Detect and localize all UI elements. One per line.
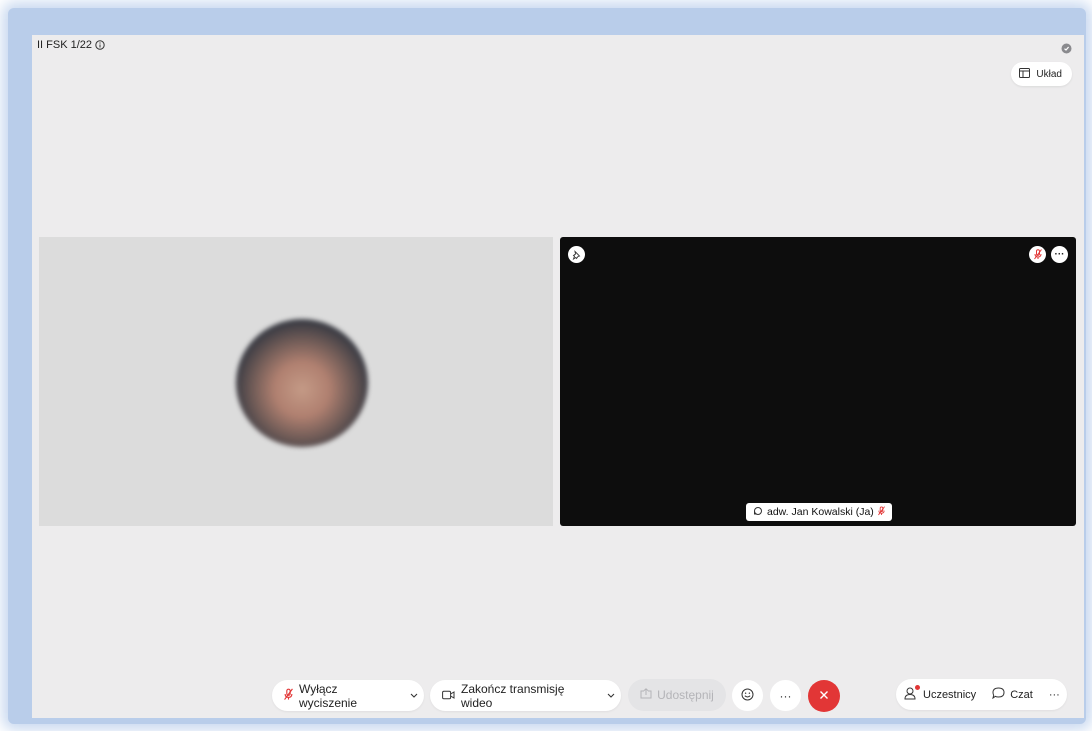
muted-mic-icon (877, 505, 885, 519)
chevron-down-icon[interactable] (601, 693, 621, 698)
participant-tile-self[interactable]: ··· adw. Jan Kowalski (Ja) (560, 237, 1076, 526)
stop-video-label: Zakończ transmisję wideo (461, 681, 565, 710)
participant-avatar (236, 319, 368, 447)
share-label: Udostępnij (657, 688, 714, 702)
camera-icon (442, 689, 455, 703)
participant-name: adw. Jan Kowalski (Ja) (767, 506, 874, 518)
info-icon[interactable] (95, 40, 105, 50)
layout-icon (1019, 67, 1031, 81)
reactions-button[interactable] (732, 680, 763, 711)
meeting-title: II FSK 1/22 (37, 39, 93, 51)
video-control: Zakończ transmisję wideo (430, 680, 621, 711)
layout-button[interactable]: Układ (1011, 62, 1072, 86)
chevron-down-icon[interactable] (404, 693, 424, 698)
side-more-button[interactable]: ··· (1041, 679, 1068, 710)
participant-tile-remote[interactable] (39, 237, 553, 526)
more-options-button[interactable]: ··· (770, 680, 801, 711)
muted-mic-icon (1029, 246, 1046, 263)
side-more-label: ··· (1048, 688, 1060, 701)
participants-button[interactable]: Uczestnicy (896, 679, 984, 710)
chat-button[interactable]: Czat (984, 679, 1041, 710)
layout-label: Układ (1036, 68, 1062, 80)
share-icon (640, 688, 652, 702)
pin-icon[interactable] (568, 246, 585, 263)
leave-call-button[interactable] (808, 680, 840, 712)
chat-bubble-icon (992, 687, 1005, 702)
more-label: ··· (779, 688, 792, 703)
stop-video-button[interactable]: Zakończ transmisję wideo (430, 682, 595, 710)
close-icon (819, 687, 829, 705)
smiley-icon (741, 688, 754, 704)
security-shield-icon[interactable] (1061, 41, 1072, 59)
tile-more-options-icon[interactable]: ··· (1051, 246, 1068, 263)
side-panel-controls: Uczestnicy Czat ··· (896, 679, 1067, 710)
unmute-label: Wyłącz wyciszenie (299, 681, 358, 710)
speaker-icon (753, 506, 763, 519)
share-button[interactable]: Udostępnij (628, 679, 726, 711)
notification-badge (915, 685, 920, 690)
unmute-button[interactable]: Wyłącz wyciszenie (272, 682, 398, 710)
meeting-window: II FSK 1/22 Układ ··· adw. Jan Kowalski … (32, 35, 1084, 718)
unmute-control: Wyłącz wyciszenie (272, 680, 424, 711)
participants-label: Uczestnicy (923, 688, 977, 701)
meeting-title-bar: II FSK 1/22 (37, 39, 105, 51)
chat-label: Czat (1010, 688, 1033, 701)
participant-name-tag: adw. Jan Kowalski (Ja) (746, 503, 892, 521)
muted-mic-icon (284, 688, 293, 704)
